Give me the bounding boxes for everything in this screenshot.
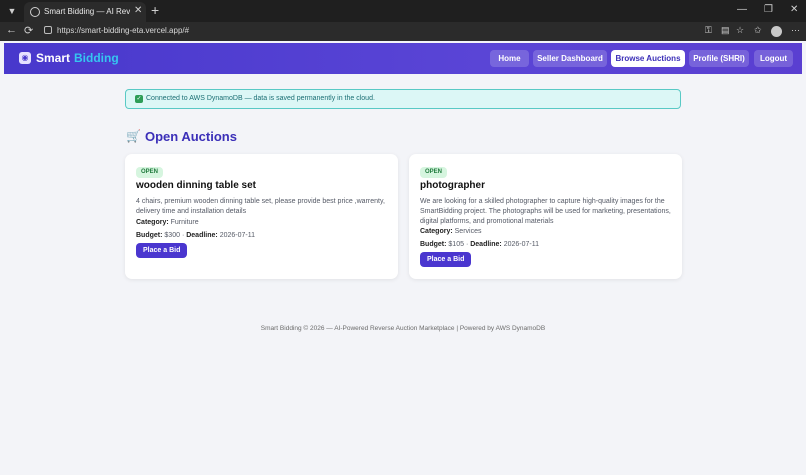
site-info-icon[interactable] — [44, 26, 52, 34]
category-label: Category: — [420, 228, 453, 235]
deadline-label: Deadline: — [186, 232, 218, 239]
cart-icon: 🛒 — [126, 129, 141, 143]
minimize-icon[interactable]: — — [737, 4, 747, 15]
page-title: Open Auctions — [145, 129, 237, 144]
auction-title: photographer — [420, 180, 485, 191]
auction-budget-deadline: Budget: $300 · Deadline: 2026-07-11 — [136, 232, 255, 239]
budget-value: $105 — [448, 241, 464, 248]
checkmark-icon: ✓ — [135, 95, 143, 103]
url-text: https://smart-bidding-eta.vercel.app/# — [57, 26, 190, 35]
auction-card: OPEN photographer We are looking for a s… — [409, 154, 682, 279]
window-close-icon[interactable]: ✕ — [790, 4, 798, 15]
auction-title: wooden dinning table set — [136, 180, 256, 191]
brand-name-primary[interactable]: Smart — [36, 51, 70, 65]
brand-logo-icon: ◉ — [19, 52, 31, 64]
nav-browse-auctions-button[interactable]: Browse Auctions — [611, 50, 685, 67]
place-bid-button[interactable]: Place a Bid — [136, 243, 188, 258]
url-field[interactable]: https://smart-bidding-eta.vercel.app/# — [40, 24, 202, 39]
auction-card: OPEN wooden dinning table set 4 chairs, … — [125, 154, 398, 279]
tab-title: Smart Bidding — AI Reverse Auction — [44, 7, 130, 16]
reader-icon[interactable]: ▤ — [721, 25, 730, 36]
deadline-value: 2026-07-11 — [503, 241, 539, 248]
app-navbar: ◉ Smart Bidding Home Seller Dashboard Br… — [4, 43, 802, 74]
deadline-value: 2026-07-11 — [219, 232, 255, 239]
status-badge: OPEN — [420, 167, 448, 178]
globe-icon — [30, 7, 40, 17]
maximize-icon[interactable]: ❐ — [764, 4, 773, 15]
browser-tab[interactable]: Smart Bidding — AI Reverse Auction ✕ — [24, 2, 146, 22]
nav-logout-button[interactable]: Logout — [754, 50, 793, 67]
budget-label: Budget: — [420, 241, 447, 248]
auction-description: 4 chairs, premium wooden dinning table s… — [136, 198, 385, 215]
place-bid-button[interactable]: Place a Bid — [420, 252, 472, 267]
category-value: Furniture — [170, 219, 199, 226]
favorite-star-icon[interactable]: ☆ — [736, 25, 744, 36]
tab-close-icon[interactable]: ✕ — [134, 5, 142, 16]
brand-name-accent[interactable]: Bidding — [74, 51, 119, 65]
page-footer: Smart Bidding © 2026 — AI-Powered Revers… — [260, 325, 546, 332]
favorites-icon[interactable]: ✩ — [754, 25, 762, 36]
db-status-alert: ✓ Connected to AWS DynamoDB — data is sa… — [125, 89, 681, 109]
key-icon[interactable]: ⚿ — [705, 25, 712, 36]
auction-category: Category: Furniture — [136, 219, 199, 226]
meta-separator: · — [465, 241, 469, 248]
meta-separator: · — [181, 232, 185, 239]
back-icon[interactable]: ← — [6, 24, 17, 36]
budget-value: $300 — [164, 232, 180, 239]
status-badge: OPEN — [136, 167, 164, 178]
deadline-label: Deadline: — [470, 241, 502, 248]
browser-address-bar: ← ⟳ https://smart-bidding-eta.vercel.app… — [0, 22, 806, 41]
nav-seller-dashboard-button[interactable]: Seller Dashboard — [533, 50, 607, 67]
tab-list-chevron-icon[interactable]: ▼ — [4, 3, 20, 19]
profile-avatar[interactable] — [771, 26, 782, 37]
alert-text: Connected to AWS DynamoDB — data is save… — [146, 95, 375, 102]
new-tab-icon[interactable]: + — [151, 2, 159, 18]
auction-description: We are looking for a skilled photographe… — [420, 198, 671, 225]
nav-profile-button[interactable]: Profile (SHRI) — [689, 50, 749, 67]
reload-icon[interactable]: ⟳ — [24, 24, 33, 37]
auction-category: Category: Services — [420, 228, 481, 235]
more-menu-icon[interactable]: ⋯ — [791, 25, 800, 36]
category-value: Services — [454, 228, 482, 235]
budget-label: Budget: — [136, 232, 163, 239]
browser-tab-bar: ▼ Smart Bidding — AI Reverse Auction ✕ +… — [0, 0, 806, 22]
auction-budget-deadline: Budget: $105 · Deadline: 2026-07-11 — [420, 241, 539, 248]
nav-home-button[interactable]: Home — [490, 50, 529, 67]
category-label: Category: — [136, 219, 169, 226]
